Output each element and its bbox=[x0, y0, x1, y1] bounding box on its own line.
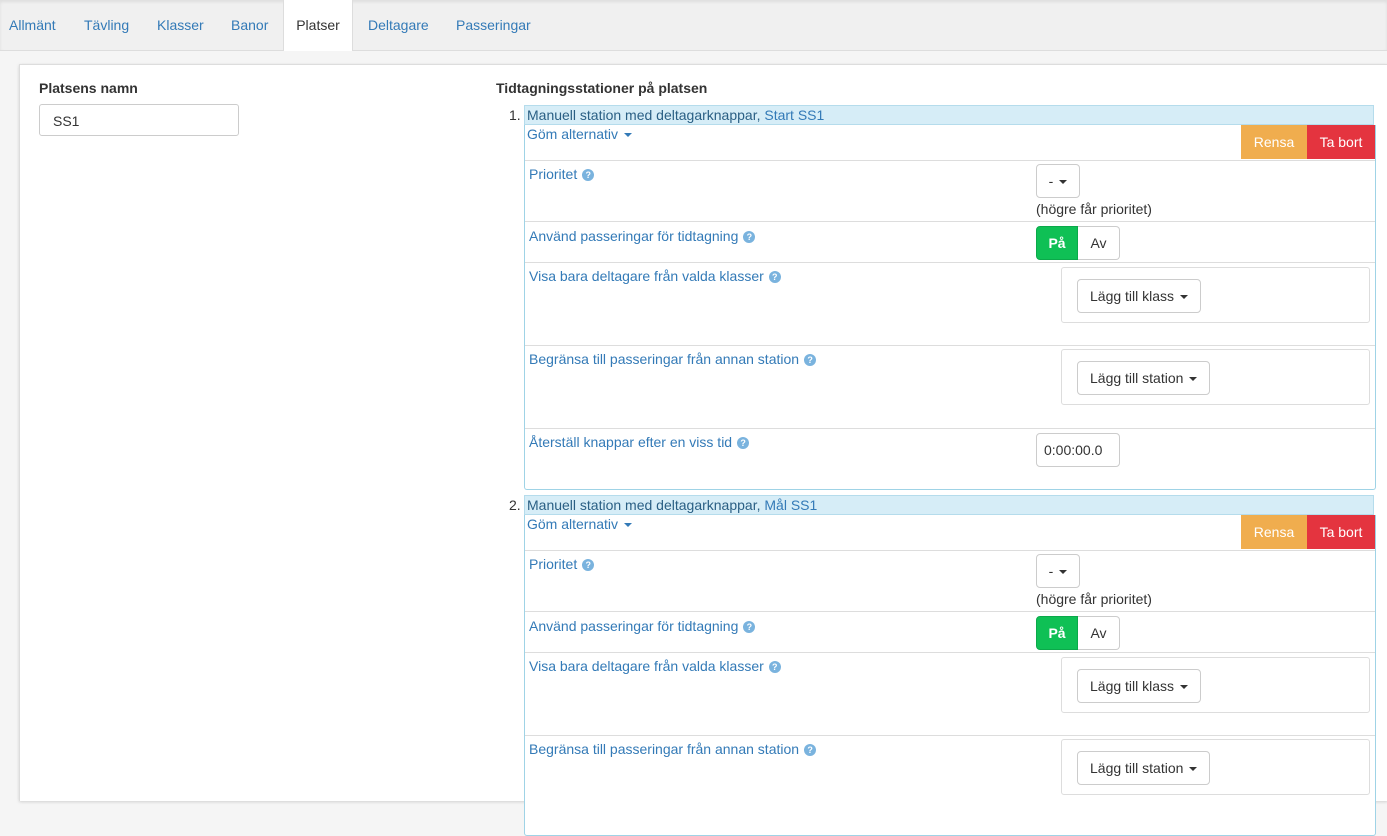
place-name-input[interactable]: SS1 bbox=[39, 104, 239, 136]
tab-platser[interactable]: Platser bbox=[283, 0, 353, 51]
delete-button[interactable]: Ta bort bbox=[1307, 515, 1375, 549]
top-nav: Allmänt Tävling Klasser Banor Platser De… bbox=[0, 0, 1387, 51]
station-selector-panel: Lägg till station bbox=[1061, 349, 1370, 405]
add-class-dropdown[interactable]: Lägg till klass bbox=[1077, 279, 1202, 313]
help-icon[interactable]: ? bbox=[768, 271, 781, 283]
use-passings-label-text: Använd passeringar för tidtagning bbox=[529, 228, 739, 244]
help-icon[interactable]: ? bbox=[804, 354, 817, 366]
station-name-link[interactable]: Mål SS1 bbox=[764, 497, 817, 513]
tab-banor[interactable]: Banor bbox=[231, 0, 268, 50]
help-icon[interactable]: ? bbox=[582, 169, 595, 181]
caret-down-icon bbox=[624, 523, 633, 528]
limit-station-label: Begränsa till passeringar från annan sta… bbox=[529, 741, 817, 757]
add-class-label: Lägg till klass bbox=[1090, 678, 1175, 694]
tab-allmant[interactable]: Allmänt bbox=[9, 0, 56, 50]
class-selector-panel: Lägg till klass bbox=[1061, 657, 1370, 713]
help-icon[interactable]: ? bbox=[804, 744, 817, 756]
filter-classes-label-text: Visa bara deltagare från valda klasser bbox=[529, 658, 764, 674]
filter-classes-label: Visa bara deltagare från valda klasser? bbox=[529, 268, 781, 284]
place-name-label: Platsens namn bbox=[39, 80, 138, 96]
priority-label: Prioritet? bbox=[529, 166, 595, 182]
filter-classes-row: Visa bara deltagare från valda klasser? … bbox=[525, 652, 1375, 735]
toggle-off-button[interactable]: Av bbox=[1078, 616, 1120, 650]
add-station-label: Lägg till station bbox=[1090, 760, 1184, 776]
priority-dropdown[interactable]: - bbox=[1036, 554, 1080, 588]
tab-tavling[interactable]: Tävling bbox=[84, 0, 129, 50]
reset-label: Återställ knappar efter en viss tid? bbox=[529, 434, 750, 450]
limit-station-row: Begränsa till passeringar från annan sta… bbox=[525, 735, 1375, 836]
limit-station-label-text: Begränsa till passeringar från annan sta… bbox=[529, 741, 800, 757]
use-passings-row: Använd passeringar för tidtagning? På Av bbox=[525, 611, 1375, 652]
caret-down-icon bbox=[624, 133, 633, 138]
reset-time-input[interactable]: 0:00:00.0 bbox=[1036, 433, 1120, 467]
hide-options-label: Göm alternativ bbox=[527, 126, 619, 142]
station-number: 1. bbox=[509, 107, 521, 123]
help-icon[interactable]: ? bbox=[743, 621, 756, 633]
help-icon[interactable]: ? bbox=[582, 559, 595, 571]
station-header: Manuell station med deltagarknappar, Mål… bbox=[524, 495, 1374, 515]
priority-label-text: Prioritet bbox=[529, 166, 578, 182]
clear-button[interactable]: Rensa bbox=[1241, 125, 1307, 159]
add-station-label: Lägg till station bbox=[1090, 370, 1184, 386]
filter-classes-label-text: Visa bara deltagare från valda klasser bbox=[529, 268, 764, 284]
caret-down-icon bbox=[1059, 570, 1068, 575]
caret-down-icon bbox=[1189, 377, 1198, 382]
caret-down-icon bbox=[1059, 180, 1068, 185]
priority-dropdown[interactable]: - bbox=[1036, 164, 1080, 198]
help-icon[interactable]: ? bbox=[768, 661, 781, 673]
station-header: Manuell station med deltagarknappar, Sta… bbox=[524, 105, 1374, 125]
caret-down-icon bbox=[1180, 685, 1189, 690]
add-station-dropdown[interactable]: Lägg till station bbox=[1077, 361, 1211, 395]
help-icon[interactable]: ? bbox=[737, 437, 750, 449]
station-panel: Göm alternativ Rensa Ta bort Prioritet? … bbox=[524, 125, 1376, 490]
priority-hint: (högre får prioritet) bbox=[1036, 201, 1152, 217]
hide-options-label: Göm alternativ bbox=[527, 516, 619, 532]
tab-passeringar[interactable]: Passeringar bbox=[456, 0, 531, 50]
station-type: Manuell station med deltagarknappar, bbox=[527, 107, 761, 123]
content-card: Platsens namn SS1 Tidtagningsstationer p… bbox=[19, 64, 1387, 836]
toggle-off-button[interactable]: Av bbox=[1078, 226, 1120, 260]
hide-options-link[interactable]: Göm alternativ bbox=[527, 126, 633, 142]
toggle-on-button[interactable]: På bbox=[1036, 616, 1078, 650]
station-type: Manuell station med deltagarknappar, bbox=[527, 497, 761, 513]
station-name-link[interactable]: Start SS1 bbox=[764, 107, 824, 123]
tab-klasser[interactable]: Klasser bbox=[157, 0, 204, 50]
station-panel: Göm alternativ Rensa Ta bort Prioritet? … bbox=[524, 515, 1376, 836]
use-passings-label: Använd passeringar för tidtagning? bbox=[529, 228, 756, 244]
priority-hint: (högre får prioritet) bbox=[1036, 591, 1152, 607]
reset-label-text: Återställ knappar efter en viss tid bbox=[529, 434, 733, 450]
toggle-on-button[interactable]: På bbox=[1036, 226, 1078, 260]
priority-label-text: Prioritet bbox=[529, 556, 578, 572]
priority-label: Prioritet? bbox=[529, 556, 595, 572]
use-passings-label: Använd passeringar för tidtagning? bbox=[529, 618, 756, 634]
limit-station-label: Begränsa till passeringar från annan sta… bbox=[529, 351, 817, 367]
hide-options-link[interactable]: Göm alternativ bbox=[527, 516, 633, 532]
priority-row: Prioritet? - (högre får prioritet) bbox=[525, 160, 1375, 221]
reset-row: Återställ knappar efter en viss tid? 0:0… bbox=[525, 428, 1375, 489]
use-passings-row: Använd passeringar för tidtagning? På Av bbox=[525, 221, 1375, 262]
station-selector-panel: Lägg till station bbox=[1061, 739, 1370, 795]
station-number: 2. bbox=[509, 497, 521, 513]
delete-button[interactable]: Ta bort bbox=[1307, 125, 1375, 159]
tab-deltagare[interactable]: Deltagare bbox=[368, 0, 429, 50]
class-selector-panel: Lägg till klass bbox=[1061, 267, 1370, 323]
priority-row: Prioritet? - (högre får prioritet) bbox=[525, 550, 1375, 611]
filter-classes-label: Visa bara deltagare från valda klasser? bbox=[529, 658, 781, 674]
stations-heading: Tidtagningsstationer på platsen bbox=[496, 80, 708, 96]
priority-value: - bbox=[1048, 173, 1054, 189]
caret-down-icon bbox=[1189, 767, 1198, 772]
clear-button[interactable]: Rensa bbox=[1241, 515, 1307, 549]
limit-station-row: Begränsa till passeringar från annan sta… bbox=[525, 345, 1375, 428]
use-passings-label-text: Använd passeringar för tidtagning bbox=[529, 618, 739, 634]
priority-value: - bbox=[1048, 563, 1054, 579]
add-class-dropdown[interactable]: Lägg till klass bbox=[1077, 669, 1202, 703]
add-station-dropdown[interactable]: Lägg till station bbox=[1077, 751, 1211, 785]
filter-classes-row: Visa bara deltagare från valda klasser? … bbox=[525, 262, 1375, 345]
help-icon[interactable]: ? bbox=[743, 231, 756, 243]
caret-down-icon bbox=[1180, 295, 1189, 300]
limit-station-label-text: Begränsa till passeringar från annan sta… bbox=[529, 351, 800, 367]
add-class-label: Lägg till klass bbox=[1090, 288, 1175, 304]
